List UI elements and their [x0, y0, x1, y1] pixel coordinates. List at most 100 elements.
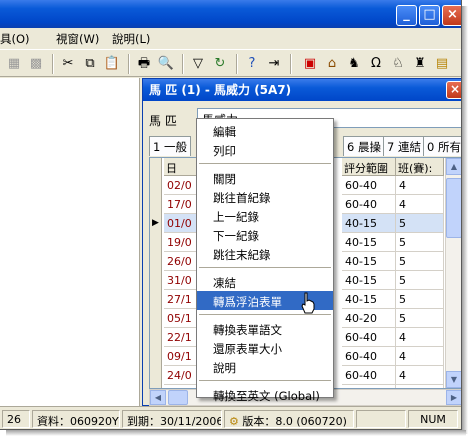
rating-range-cell[interactable]: 40-20: [342, 309, 396, 328]
current-row-marker-icon: ▶: [152, 218, 159, 228]
rating-range-cell[interactable]: 40-15: [342, 252, 396, 271]
table-row[interactable]: 40-15 5: [342, 290, 444, 309]
horse-icon[interactable]: ♘: [388, 54, 408, 74]
vertical-scrollbar[interactable]: ▲ ▼: [445, 158, 461, 388]
rating-range-cell[interactable]: 60-40: [342, 366, 396, 385]
scroll-up-icon[interactable]: ▲: [446, 158, 461, 175]
table-row[interactable]: 60-40 4: [342, 366, 444, 385]
add-row-icon[interactable]: ▦: [4, 54, 24, 74]
calendar-icon[interactable]: ▣: [300, 54, 320, 74]
horse-field-label: 馬 匹: [149, 114, 177, 128]
tab-general[interactable]: 1 一般: [149, 136, 191, 156]
scroll-left-icon[interactable]: ◀: [150, 390, 166, 405]
scroll-down-icon[interactable]: ▼: [446, 371, 461, 388]
main-titlebar: _ □ ×: [0, 0, 461, 28]
status-panel-record: 26: [2, 410, 30, 428]
class-cell[interactable]: 4: [396, 328, 444, 347]
table-row[interactable]: 40-15 5: [342, 233, 444, 252]
rating-range-cell[interactable]: 40-15: [342, 233, 396, 252]
menubar: 具(O) 視窗(W) 說明(L): [0, 28, 461, 48]
rating-range-cell[interactable]: 40-15: [342, 271, 396, 290]
scroll-thumb[interactable]: [446, 178, 461, 238]
rating-range-cell[interactable]: 60-40: [342, 176, 396, 195]
toolbar-separator: [290, 54, 292, 74]
context-menu-item[interactable]: 說明: [197, 357, 333, 376]
context-menu-item[interactable]: 編輯: [197, 121, 333, 140]
menu-tools[interactable]: 具(O): [0, 31, 30, 47]
class-cell[interactable]: 5: [396, 214, 444, 233]
version-icon: ⚙: [229, 415, 239, 428]
cut-icon[interactable]: ✂: [58, 54, 78, 74]
class-cell[interactable]: 4: [396, 366, 444, 385]
rating-class-columns: 評分範圍 班(賽): 60-40 4 60-40 4 40-15 5 40-15 5 40-15…: [342, 158, 444, 388]
table-row[interactable]: 60-40 4: [342, 195, 444, 214]
table-row[interactable]: 60-40 4: [342, 347, 444, 366]
refresh-icon[interactable]: ↻: [210, 54, 230, 74]
rating-range-header[interactable]: 評分範圍: [342, 158, 396, 176]
status-empty: [356, 410, 406, 428]
help-icon[interactable]: ?: [242, 54, 262, 74]
class-cell[interactable]: 5: [396, 290, 444, 309]
window-shadow: [6, 430, 466, 436]
class-cell[interactable]: 5: [396, 271, 444, 290]
context-menu-item[interactable]: 凍結: [197, 272, 333, 291]
tab-workout[interactable]: 6 晨操: [343, 136, 385, 156]
menu-separator: [199, 314, 331, 315]
jockey-icon[interactable]: ♞: [344, 54, 364, 74]
class-header[interactable]: 班(賽):: [396, 158, 444, 176]
class-cell[interactable]: 4: [396, 347, 444, 366]
class-cell[interactable]: 4: [396, 195, 444, 214]
paste-icon[interactable]: 📋: [102, 54, 122, 74]
menu-help[interactable]: 說明(L): [112, 31, 150, 47]
fence-icon[interactable]: ▤: [432, 54, 452, 74]
context-menu-item[interactable]: 上一紀錄: [197, 206, 333, 225]
context-menu-item[interactable]: 轉換表單語文: [197, 319, 333, 338]
exit-icon[interactable]: ⇥: [264, 54, 284, 74]
tab-all-horses[interactable]: 0 所有馬: [423, 136, 461, 156]
table-row[interactable]: 40-20 5: [342, 309, 444, 328]
rating-range-cell[interactable]: 40-15: [342, 290, 396, 309]
context-menu-item[interactable]: 轉換至英文 (Global): [197, 385, 333, 404]
scroll-right-icon[interactable]: ▶: [446, 390, 461, 405]
rating-range-cell[interactable]: 60-40: [342, 195, 396, 214]
context-menu-item[interactable]: 列印: [197, 140, 333, 159]
context-menu-item[interactable]: 下一紀錄: [197, 225, 333, 244]
table-row[interactable]: 40-15 5: [342, 271, 444, 290]
rating-range-cell[interactable]: 60-40: [342, 328, 396, 347]
context-menu-item[interactable]: 跳往首紀錄: [197, 187, 333, 206]
class-cell[interactable]: 4: [396, 176, 444, 195]
filter-icon[interactable]: ▽: [188, 54, 208, 74]
stable-icon[interactable]: ⌂: [322, 54, 342, 74]
delete-row-icon[interactable]: ▩: [26, 54, 46, 74]
toolbar-separator: [182, 54, 184, 74]
horizontal-scroll-thumb[interactable]: [168, 390, 188, 405]
race-icon[interactable]: ♜: [410, 54, 430, 74]
statusbar: 26 資料：060920Y 到期：30/11/2006 ⚙ 版本：8.0 (06…: [0, 406, 461, 429]
context-menu-item[interactable]: 關閉: [197, 168, 333, 187]
hand-cursor-icon: [301, 292, 315, 314]
horseshoe-icon[interactable]: Ω: [366, 54, 386, 74]
print-preview-icon[interactable]: 🔍: [156, 54, 176, 74]
child-close-button[interactable]: ×: [446, 81, 461, 99]
maximize-button[interactable]: □: [419, 5, 440, 26]
table-row[interactable]: 40-15 5: [342, 214, 444, 233]
menu-window[interactable]: 視窗(W): [56, 31, 99, 47]
table-row[interactable]: 60-40 4: [342, 176, 444, 195]
rating-range-cell[interactable]: 60-40: [342, 347, 396, 366]
context-menu-item[interactable]: 還原表單大小: [197, 338, 333, 357]
close-button[interactable]: ×: [442, 5, 461, 26]
menu-separator: [199, 380, 331, 381]
context-menu-item[interactable]: 跳往末紀錄: [197, 244, 333, 263]
class-cell[interactable]: 5: [396, 309, 444, 328]
print-icon[interactable]: 🖶: [134, 54, 154, 74]
table-row[interactable]: 40-15 5: [342, 252, 444, 271]
child-window-title: 馬 匹 (1) - 馬威力 (5A7): [143, 79, 461, 101]
class-cell[interactable]: 5: [396, 252, 444, 271]
minimize-button[interactable]: _: [396, 5, 417, 26]
table-row[interactable]: 60-40 4: [342, 328, 444, 347]
tab-links[interactable]: 7 連結: [383, 136, 425, 156]
copy-icon[interactable]: ⧉: [80, 54, 100, 74]
status-version: ⚙ 版本：8.0 (060720): [224, 410, 354, 428]
rating-range-cell[interactable]: 40-15: [342, 214, 396, 233]
class-cell[interactable]: 5: [396, 233, 444, 252]
